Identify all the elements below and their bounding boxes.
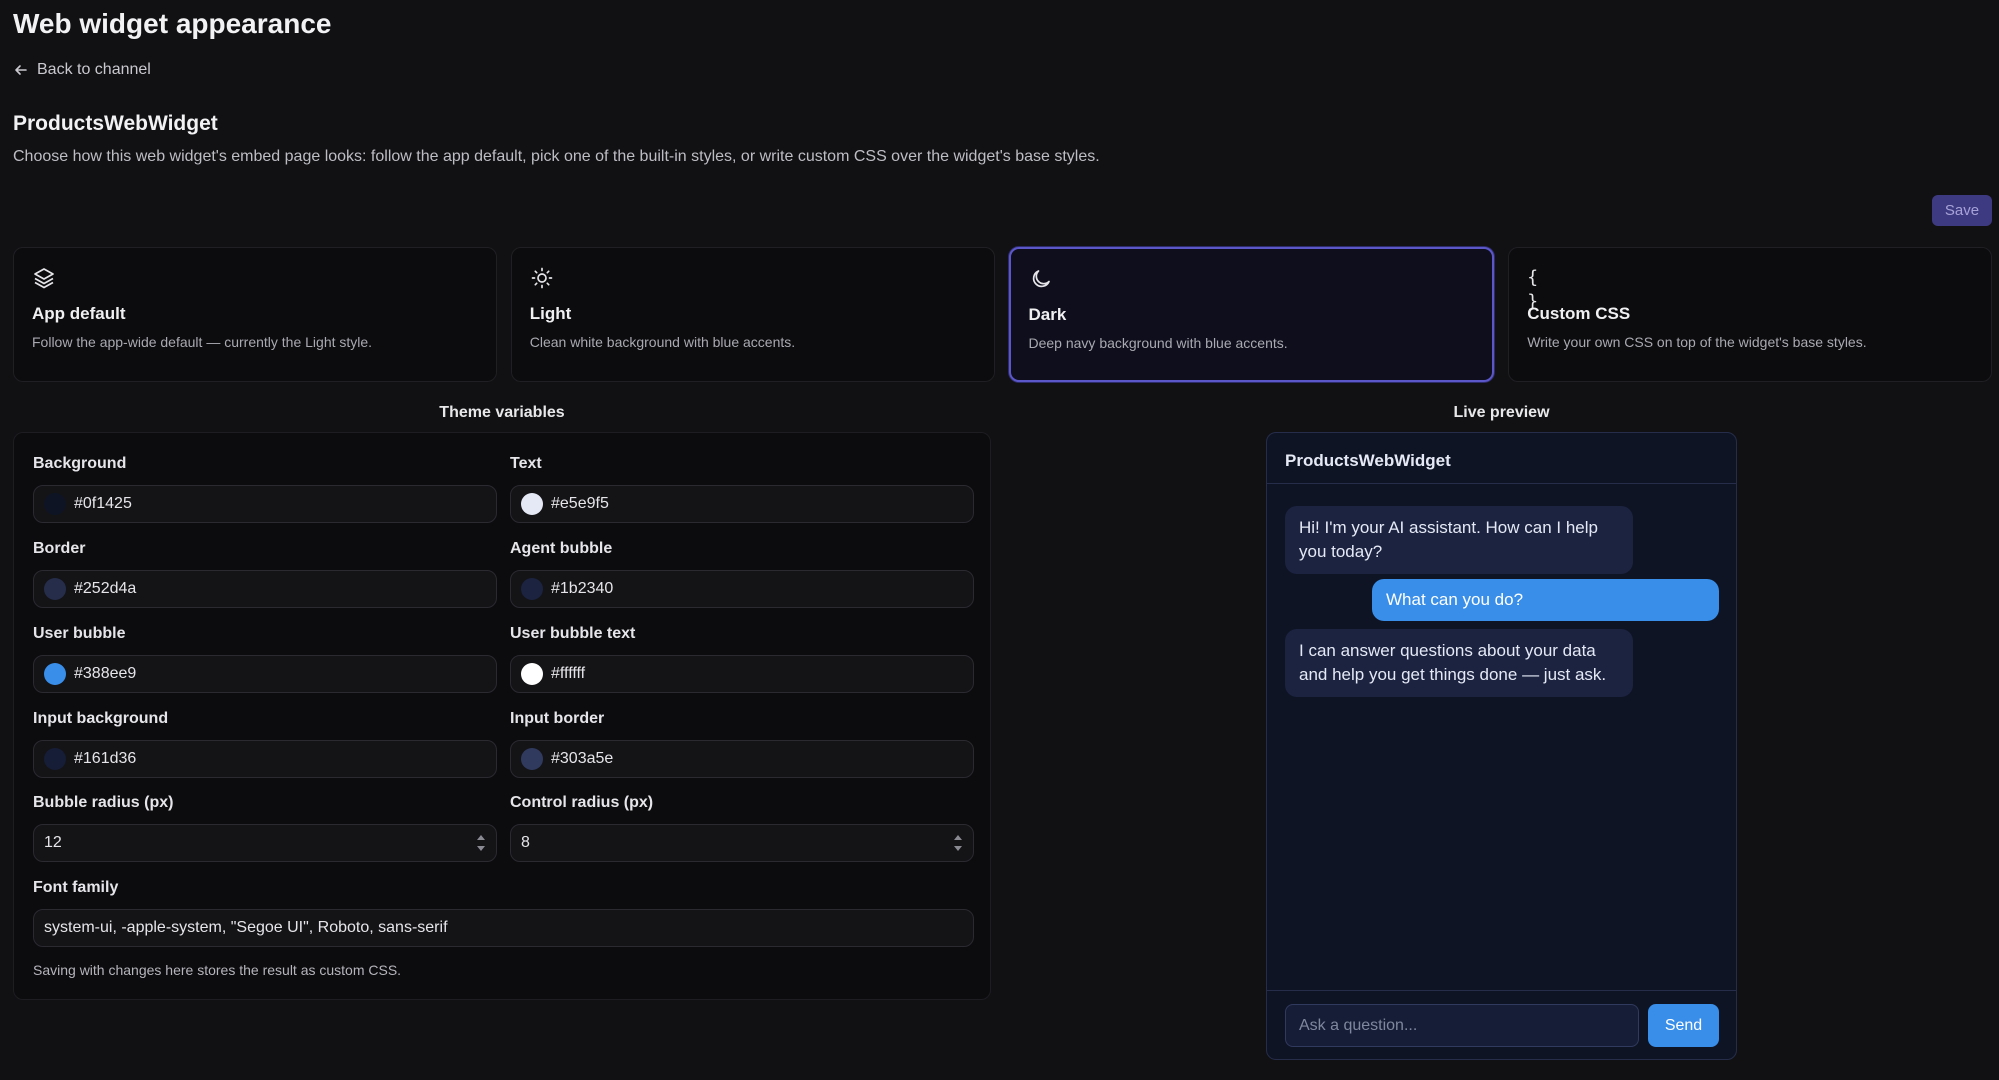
font-family-value: system-ui, -apple-system, "Segoe UI", Ro… xyxy=(44,919,448,936)
layers-icon xyxy=(34,268,54,289)
chevron-up-icon[interactable] xyxy=(953,833,963,841)
save-button[interactable]: Save xyxy=(1932,195,1992,226)
background-field[interactable]: #0f1425 xyxy=(33,485,497,523)
page-title: Web widget appearance xyxy=(13,8,332,39)
bubble-radius-label: Bubble radius (px) xyxy=(33,794,174,811)
style-card-description: Clean white background with blue accents… xyxy=(529,334,796,350)
border-label: Border xyxy=(33,540,86,557)
font-family-label: Font family xyxy=(33,879,119,896)
border-field[interactable]: #252d4a xyxy=(33,570,497,608)
chevron-down-icon[interactable] xyxy=(953,845,963,853)
style-card-light[interactable]: Light Clean white background with blue a… xyxy=(510,247,995,382)
bubble-radius-input[interactable]: 12 xyxy=(33,824,497,862)
control-radius-label: Control radius (px) xyxy=(510,794,654,811)
moon-icon xyxy=(1032,270,1050,288)
input-background-label: Input background xyxy=(33,710,169,727)
control-radius-stepper[interactable] xyxy=(953,833,963,853)
bubble-radius-stepper[interactable] xyxy=(476,833,486,853)
control-radius-input[interactable]: 8 xyxy=(510,824,974,862)
border-swatch[interactable] xyxy=(44,578,66,600)
border-value: #252d4a xyxy=(74,580,137,597)
agent-bubble-field[interactable]: #1b2340 xyxy=(510,570,974,608)
input-background-value: #161d36 xyxy=(74,750,137,767)
live-preview-widget: ProductsWebWidget Hi! I'm your AI assist… xyxy=(1266,432,1737,1060)
style-card-app-default[interactable]: App default Follow the app-wide default … xyxy=(13,247,497,382)
background-label: Background xyxy=(33,455,127,472)
style-card-custom-css[interactable]: { } Custom CSS Write your own CSS on top… xyxy=(1508,247,1992,382)
custom-css-note: Saving with changes here stores the resu… xyxy=(33,962,402,978)
preview-title: ProductsWebWidget xyxy=(1267,433,1736,484)
agent-message: I can answer questions about your data a… xyxy=(1285,629,1633,697)
input-border-label: Input border xyxy=(510,710,605,727)
input-border-value: #303a5e xyxy=(551,750,614,767)
input-background-swatch[interactable] xyxy=(44,748,66,770)
style-card-dark[interactable]: Dark Deep navy background with blue acce… xyxy=(1008,247,1495,382)
sun-icon xyxy=(531,267,553,289)
input-background-field[interactable]: #161d36 xyxy=(33,740,497,778)
back-to-channel-link[interactable]: Back to channel xyxy=(13,61,151,79)
input-border-swatch[interactable] xyxy=(521,748,543,770)
back-link-label: Back to channel xyxy=(37,61,151,78)
preview-question-input[interactable] xyxy=(1285,1004,1639,1047)
style-card-description: Write your own CSS on top of the widget'… xyxy=(1527,334,1867,350)
agent-message: Hi! I'm your AI assistant. How can I hel… xyxy=(1285,506,1633,574)
theme-variables-panel: Background #0f1425 Text #e5e9f5 Border #… xyxy=(13,432,991,1000)
widget-description: Choose how this web widget's embed page … xyxy=(13,148,1100,165)
bubble-radius-value: 12 xyxy=(44,834,62,851)
control-radius-value: 8 xyxy=(521,834,530,851)
agent-bubble-swatch[interactable] xyxy=(521,578,543,600)
agent-bubble-value: #1b2340 xyxy=(551,580,614,597)
background-swatch[interactable] xyxy=(44,493,66,515)
style-card-title: Custom CSS xyxy=(1527,304,1631,323)
user-bubble-label: User bubble xyxy=(33,625,126,642)
style-card-title: App default xyxy=(32,304,126,323)
user-bubble-value: #388ee9 xyxy=(74,665,137,682)
agent-bubble-label: Agent bubble xyxy=(510,540,613,557)
text-swatch[interactable] xyxy=(521,493,543,515)
theme-variables-heading: Theme variables xyxy=(439,404,565,421)
style-card-title: Dark xyxy=(1028,305,1067,324)
user-bubble-text-swatch[interactable] xyxy=(521,663,543,685)
chevron-down-icon[interactable] xyxy=(476,845,486,853)
preview-composer: Send xyxy=(1267,990,1736,1059)
widget-name: ProductsWebWidget xyxy=(13,112,218,135)
text-color-value: #e5e9f5 xyxy=(551,495,609,512)
style-card-description: Deep navy background with blue accents. xyxy=(1028,335,1288,351)
style-card-title: Light xyxy=(529,304,572,323)
style-options: App default Follow the app-wide default … xyxy=(13,247,1992,382)
braces-icon: { } xyxy=(1527,267,1539,312)
user-bubble-text-label: User bubble text xyxy=(510,625,636,642)
text-color-field[interactable]: #e5e9f5 xyxy=(510,485,974,523)
user-bubble-field[interactable]: #388ee9 xyxy=(33,655,497,693)
input-border-field[interactable]: #303a5e xyxy=(510,740,974,778)
text-label: Text xyxy=(510,455,542,472)
font-family-input[interactable]: system-ui, -apple-system, "Segoe UI", Ro… xyxy=(33,909,974,947)
send-button[interactable]: Send xyxy=(1648,1004,1719,1047)
user-bubble-text-field[interactable]: #ffffff xyxy=(510,655,974,693)
arrow-left-icon xyxy=(15,65,27,75)
style-card-description: Follow the app-wide default — currently … xyxy=(32,334,373,350)
user-bubble-text-value: #ffffff xyxy=(551,665,586,682)
live-preview-heading: Live preview xyxy=(1453,404,1550,421)
user-message: What can you do? xyxy=(1372,579,1719,621)
background-value: #0f1425 xyxy=(74,495,132,512)
user-bubble-swatch[interactable] xyxy=(44,663,66,685)
chevron-up-icon[interactable] xyxy=(476,833,486,841)
